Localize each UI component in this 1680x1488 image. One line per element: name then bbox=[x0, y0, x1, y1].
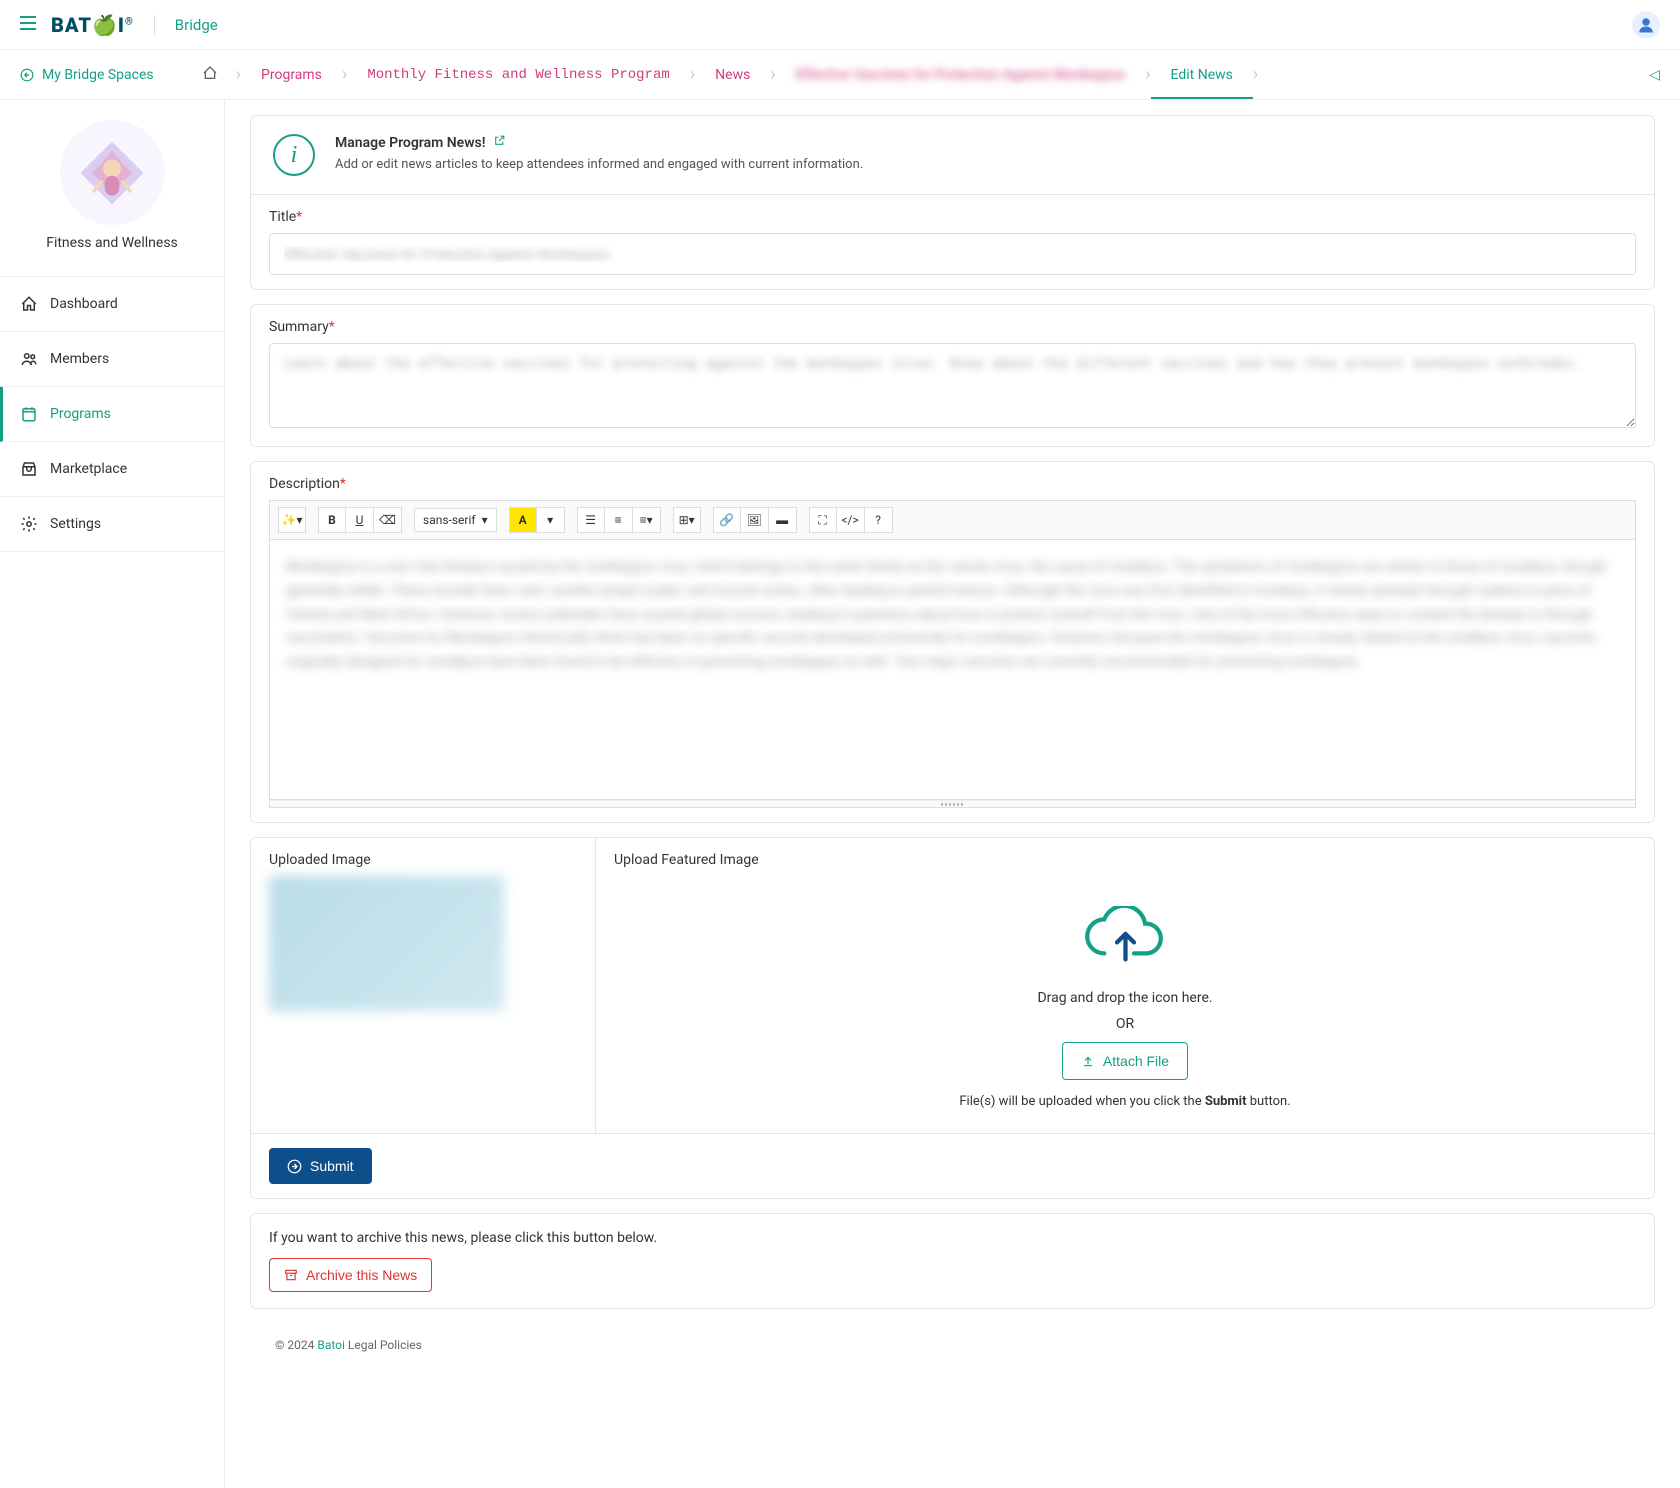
marketplace-icon bbox=[20, 460, 38, 478]
summary-textarea[interactable] bbox=[269, 343, 1636, 428]
divider bbox=[154, 15, 155, 35]
sidebar-item-label: Programs bbox=[50, 406, 111, 422]
upload-icon bbox=[1081, 1054, 1095, 1068]
code-view-button[interactable]: </> bbox=[837, 507, 865, 533]
user-avatar-icon[interactable] bbox=[1632, 11, 1660, 39]
chevron-right-icon: › bbox=[1253, 64, 1258, 85]
sidebar-item-members[interactable]: Members bbox=[0, 332, 224, 387]
info-icon: i bbox=[273, 134, 315, 176]
resize-handle[interactable] bbox=[269, 800, 1636, 808]
magic-icon[interactable]: ✨▾ bbox=[278, 507, 306, 533]
sidebar-item-label: Marketplace bbox=[50, 461, 127, 477]
bridge-link[interactable]: Bridge bbox=[175, 16, 218, 34]
sidebar-item-dashboard[interactable]: Dashboard bbox=[0, 276, 224, 332]
footer: © 2024 Batoi Legal Policies bbox=[250, 1323, 1655, 1367]
sidebar-item-programs[interactable]: Programs bbox=[0, 387, 224, 442]
attach-file-button[interactable]: Attach File bbox=[1062, 1042, 1188, 1080]
archive-icon bbox=[284, 1268, 298, 1282]
ol-button[interactable]: ≡ bbox=[605, 507, 633, 533]
clear-format-button[interactable]: ⌫ bbox=[374, 507, 402, 533]
help-button[interactable]: ? bbox=[865, 507, 893, 533]
archive-text: If you want to archive this news, please… bbox=[269, 1230, 1636, 1246]
breadcrumb-programs[interactable]: Programs bbox=[241, 67, 342, 83]
space-avatar bbox=[60, 120, 165, 225]
home-icon[interactable] bbox=[184, 65, 236, 85]
archive-panel: If you want to archive this news, please… bbox=[250, 1213, 1655, 1309]
title-input[interactable] bbox=[269, 233, 1636, 275]
description-panel: Description* ✨▾ B U ⌫ sans-serif ▾ bbox=[250, 461, 1655, 823]
submit-button[interactable]: Submit bbox=[269, 1148, 372, 1184]
breadcrumb-edit-news: Edit News bbox=[1151, 67, 1253, 99]
breadcrumb-home[interactable]: My Bridge Spaces bbox=[20, 67, 154, 83]
text-color-dropdown[interactable]: ▾ bbox=[537, 507, 565, 533]
settings-icon bbox=[20, 515, 38, 533]
cloud-upload-icon bbox=[614, 906, 1636, 975]
video-button[interactable]: ▬ bbox=[769, 507, 797, 533]
content: i Manage Program News! Add or edit news … bbox=[225, 100, 1680, 1488]
upload-note: File(s) will be uploaded when you click … bbox=[614, 1094, 1636, 1109]
members-icon bbox=[20, 350, 38, 368]
editor-toolbar: ✨▾ B U ⌫ sans-serif ▾ A ▾ bbox=[269, 500, 1636, 540]
sidebar: Fitness and Wellness Dashboard Members P… bbox=[0, 100, 225, 1488]
sidebar-item-label: Members bbox=[50, 351, 109, 367]
dragdrop-text: Drag and drop the icon here. bbox=[614, 990, 1636, 1006]
programs-icon bbox=[20, 405, 38, 423]
link-button[interactable]: 🔗 bbox=[713, 507, 741, 533]
or-text: OR bbox=[614, 1016, 1636, 1032]
align-button[interactable]: ≡▾ bbox=[633, 507, 661, 533]
fullscreen-button[interactable]: ⛶ bbox=[809, 507, 837, 533]
breadcrumb-news[interactable]: News bbox=[695, 67, 770, 83]
description-label: Description* bbox=[269, 476, 1636, 492]
bold-button[interactable]: B bbox=[318, 507, 346, 533]
info-title: Manage Program News! bbox=[335, 134, 863, 151]
description-editor[interactable]: Monkeypox is a rare viral disease caused… bbox=[269, 540, 1636, 800]
ul-button[interactable]: ☰ bbox=[577, 507, 605, 533]
uploaded-image-thumbnail[interactable] bbox=[269, 876, 504, 1011]
collapse-icon[interactable]: ◁ bbox=[1629, 67, 1680, 83]
image-button[interactable]: 🖼 bbox=[741, 507, 769, 533]
menu-icon[interactable] bbox=[20, 16, 36, 34]
sidebar-item-label: Settings bbox=[50, 516, 101, 532]
summary-label: Summary* bbox=[269, 319, 1636, 335]
footer-batoi-link[interactable]: Batoi bbox=[317, 1338, 345, 1352]
breadcrumb-home-label: My Bridge Spaces bbox=[42, 67, 154, 83]
uploaded-image-label: Uploaded Image bbox=[269, 852, 577, 868]
upload-dropzone[interactable]: Drag and drop the icon here. OR Attach F… bbox=[614, 876, 1636, 1119]
dashboard-icon bbox=[20, 295, 38, 313]
info-panel: i Manage Program News! Add or edit news … bbox=[250, 115, 1655, 290]
archive-button[interactable]: Archive this News bbox=[269, 1258, 432, 1292]
summary-panel: Summary* bbox=[250, 304, 1655, 447]
font-select[interactable]: sans-serif ▾ bbox=[414, 508, 497, 532]
external-link-icon[interactable] bbox=[493, 134, 506, 151]
logo[interactable]: BAT🍏I® bbox=[51, 13, 134, 37]
sidebar-item-label: Dashboard bbox=[50, 296, 118, 312]
sidebar-item-marketplace[interactable]: Marketplace bbox=[0, 442, 224, 497]
breadcrumb-program-name[interactable]: Monthly Fitness and Wellness Program bbox=[347, 67, 689, 83]
topbar: BAT🍏I® Bridge bbox=[0, 0, 1680, 50]
breadcrumb-bar: My Bridge Spaces › Programs › Monthly Fi… bbox=[0, 50, 1680, 100]
arrow-right-circle-icon bbox=[287, 1159, 302, 1174]
table-button[interactable]: ⊞▾ bbox=[673, 507, 701, 533]
breadcrumb-news-title[interactable]: Effective Vaccines for Protection Agains… bbox=[776, 67, 1145, 83]
upload-featured-label: Upload Featured Image bbox=[614, 852, 1636, 868]
sidebar-item-settings[interactable]: Settings bbox=[0, 497, 224, 552]
info-subtitle: Add or edit news articles to keep attend… bbox=[335, 157, 863, 172]
upload-panel: Uploaded Image Upload Featured Image Dra… bbox=[250, 837, 1655, 1199]
underline-button[interactable]: U bbox=[346, 507, 374, 533]
title-label: Title* bbox=[269, 209, 1636, 225]
text-color-button[interactable]: A bbox=[509, 507, 537, 533]
space-name: Fitness and Wellness bbox=[0, 235, 224, 251]
